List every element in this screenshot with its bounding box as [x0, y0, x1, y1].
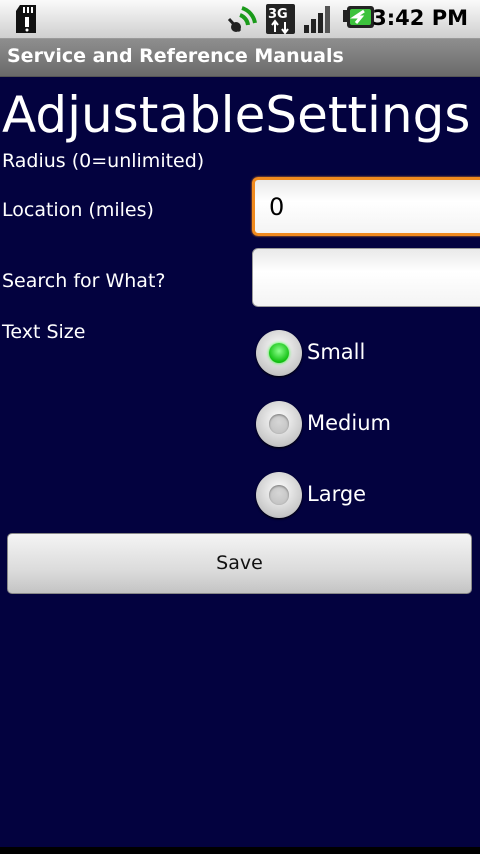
radio-indicator	[269, 414, 289, 434]
radio-button-small[interactable]	[256, 330, 302, 376]
radio-label-medium: Medium	[307, 411, 391, 435]
radio-label-small: Small	[307, 340, 366, 364]
settings-panel: AdjustableSettings Radius (0=unlimited) …	[0, 77, 480, 847]
radio-indicator	[269, 343, 289, 363]
search-label: Search for What?	[2, 270, 166, 292]
sd-card-icon	[16, 5, 36, 33]
app-title: Service and Reference Manuals	[7, 45, 344, 67]
search-input[interactable]	[252, 248, 480, 307]
3g-data-icon: 3G	[266, 4, 295, 35]
radio-button-large[interactable]	[256, 472, 302, 518]
radio-button-medium[interactable]	[256, 401, 302, 447]
location-label: Location (miles)	[2, 199, 154, 221]
location-input[interactable]	[252, 177, 480, 236]
bottom-border	[0, 847, 480, 854]
text-size-label: Text Size	[2, 321, 86, 343]
status-time: 3:42 PM	[372, 6, 468, 30]
save-button[interactable]: Save	[7, 533, 472, 594]
battery-charging-icon	[343, 6, 374, 28]
signal-wave-icon	[227, 6, 257, 33]
page-title: AdjustableSettings	[2, 86, 471, 144]
svg-text:3G: 3G	[268, 7, 288, 22]
signal-bars-icon	[304, 6, 330, 33]
status-bar: 3G 3:42 PM	[0, 0, 480, 39]
radio-label-large: Large	[307, 482, 367, 506]
radio-indicator	[269, 485, 289, 505]
radius-label: Radius (0=unlimited)	[2, 150, 205, 172]
app-title-bar: Service and Reference Manuals	[0, 39, 480, 77]
